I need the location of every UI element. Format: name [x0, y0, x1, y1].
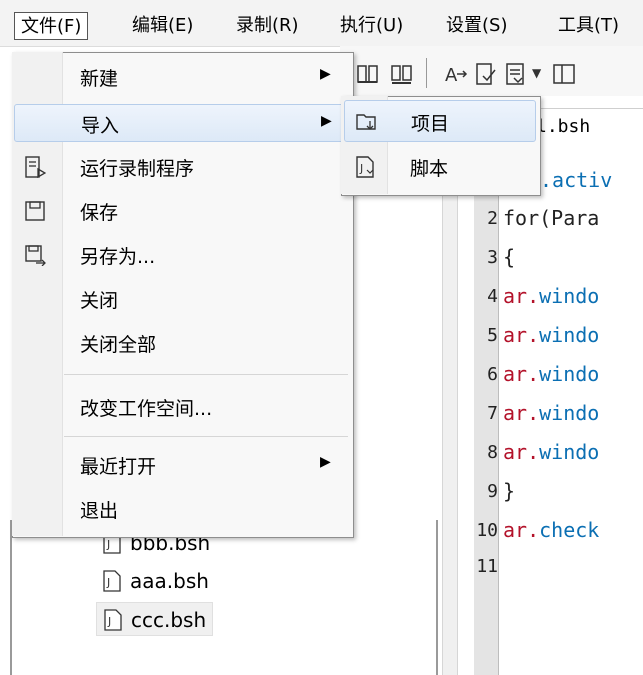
line-number: 4	[487, 286, 498, 307]
tree-file-label: ccc.bsh	[131, 608, 207, 632]
code-line: ar.windo	[503, 323, 600, 347]
menu-edit[interactable]: 编辑(E)	[126, 12, 199, 40]
code-line: ar.check	[503, 518, 600, 542]
toolbar-dropdown-icon[interactable]: ▼	[532, 66, 541, 80]
svg-text:J: J	[106, 538, 110, 551]
submenu-item-project[interactable]: 项目	[344, 100, 536, 142]
menu-record[interactable]: 录制(R)	[230, 12, 305, 40]
menu-item-exit[interactable]: 退出	[14, 490, 350, 528]
menu-item-new[interactable]: 新建 ▶	[14, 58, 350, 96]
line-number: 2	[487, 208, 498, 229]
code-line: ar.windo	[503, 362, 600, 386]
code-line: {	[503, 245, 516, 269]
menu-item-import[interactable]: 导入 ▶	[14, 104, 350, 142]
line-number: 10	[476, 520, 498, 541]
menu-tools[interactable]: 工具(T)	[552, 12, 625, 40]
svg-text:J: J	[107, 615, 111, 628]
script-file-icon: J	[103, 570, 121, 592]
find-icon[interactable]	[356, 62, 380, 86]
document-list-icon[interactable]	[504, 62, 528, 86]
line-number: 7	[487, 403, 498, 424]
code-line: ar.windo	[503, 401, 600, 425]
tree-border	[436, 520, 438, 675]
menu-item-recent[interactable]: 最近打开 ▶	[14, 446, 350, 484]
editor-tab-label: l.bsh	[536, 116, 591, 137]
menu-item-close-all[interactable]: 关闭全部	[14, 324, 350, 362]
menu-item-close[interactable]: 关闭	[14, 280, 350, 318]
run-recorder-icon	[25, 156, 46, 178]
import-project-icon	[356, 114, 376, 130]
menu-settings[interactable]: 设置(S)	[440, 12, 513, 40]
line-number: 11	[476, 556, 498, 577]
save-icon	[25, 201, 45, 221]
script-file-icon: J	[104, 609, 122, 631]
menu-separator	[64, 436, 348, 437]
menu-file[interactable]: 文件(F)	[14, 12, 89, 40]
replace-icon[interactable]: A	[444, 62, 468, 86]
code-line: .activ	[540, 168, 613, 192]
code-line: ar.windo	[503, 284, 600, 308]
submenu-arrow-icon: ▶	[321, 113, 332, 129]
line-number: 5	[487, 325, 498, 346]
tree-file-label: aaa.bsh	[130, 569, 209, 593]
document-check-icon[interactable]	[474, 62, 498, 86]
find-next-icon[interactable]	[390, 62, 414, 86]
code-line: for(Para	[503, 206, 600, 230]
code-line: }	[503, 479, 516, 503]
panel-icon[interactable]	[552, 62, 576, 86]
code-line: ar.windo	[503, 440, 600, 464]
menu-item-save[interactable]: 保存	[14, 192, 350, 230]
menu-execute[interactable]: 执行(U)	[334, 12, 409, 40]
menu-bar: 文件(F) 编辑(E) 录制(R) 执行(U) 设置(S) 工具(T)	[0, 0, 643, 47]
menu-item-run-recorder[interactable]: 运行录制程序	[14, 148, 350, 186]
line-number: 9	[487, 481, 498, 502]
submenu-arrow-icon: ▶	[320, 454, 331, 470]
tree-border	[10, 520, 12, 675]
save-as-icon	[25, 245, 46, 266]
line-number: 3	[487, 247, 498, 268]
line-number: 8	[487, 442, 498, 463]
menu-item-change-workspace[interactable]: 改变工作空间...	[14, 388, 350, 426]
import-script-icon: J	[356, 156, 374, 178]
line-number: 6	[487, 364, 498, 385]
svg-text:A: A	[445, 65, 458, 86]
tree-file-ccc[interactable]: J ccc.bsh	[96, 602, 214, 636]
svg-text:J: J	[359, 162, 363, 175]
menu-separator	[64, 374, 348, 375]
submenu-arrow-icon: ▶	[320, 66, 331, 82]
toolbar-separator	[426, 58, 427, 88]
submenu-item-script[interactable]: J 脚本	[344, 146, 536, 188]
svg-text:J: J	[106, 576, 110, 589]
menu-item-save-as[interactable]: 另存为...	[14, 236, 350, 274]
tree-file-aaa[interactable]: J aaa.bsh	[96, 564, 215, 598]
